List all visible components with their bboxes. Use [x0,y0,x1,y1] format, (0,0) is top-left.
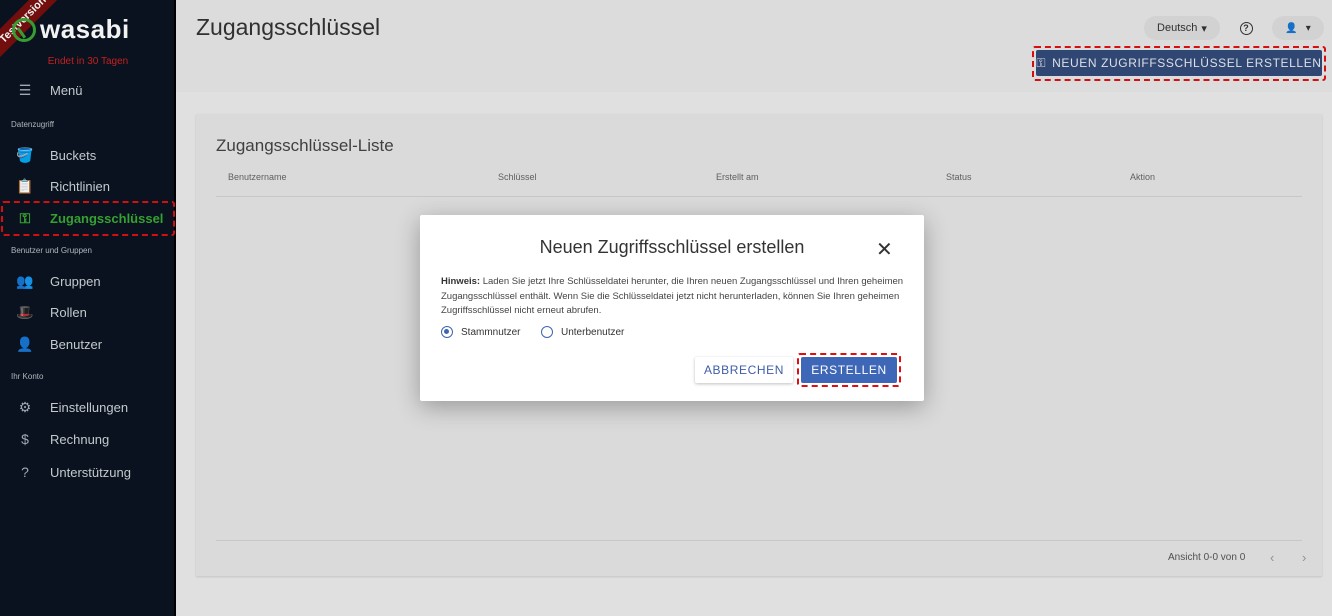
radio-root-user[interactable]: Stammnutzer [441,326,520,338]
create-key-dialog: Neuen Zugriffsschlüssel erstellen ✕ Hinw… [420,215,924,401]
radio-sub-user[interactable]: Unterbenutzer [541,326,624,338]
highlight-create-button [797,353,901,387]
radio-label: Unterbenutzer [561,326,625,338]
radio-label: Stammnutzer [461,326,521,338]
note-label: Hinweis: [441,276,481,287]
close-icon[interactable]: ✕ [876,237,893,262]
radio-selected-icon [441,326,453,338]
dialog-note: Hinweis: Laden Sie jetzt Ihre Schlüsseld… [441,275,905,319]
radio-unselected-icon [541,326,553,338]
note-text: Laden Sie jetzt Ihre Schlüsseldatei heru… [441,276,904,316]
dialog-title: Neuen Zugriffsschlüssel erstellen [539,237,805,257]
cancel-button[interactable]: ABBRECHEN [695,357,793,383]
